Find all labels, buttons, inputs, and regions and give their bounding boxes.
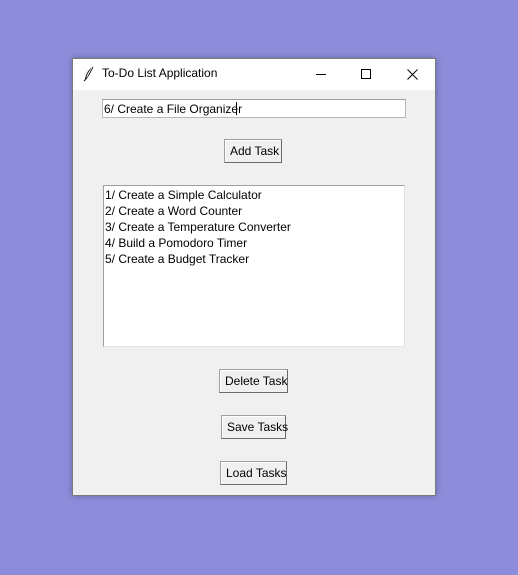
task-list-item[interactable]: 2/ Create a Word Counter — [105, 203, 404, 219]
minimize-icon — [316, 69, 326, 79]
feather-icon — [82, 66, 96, 82]
task-list-item[interactable]: 1/ Create a Simple Calculator — [105, 187, 404, 203]
task-entry-wrapper — [102, 99, 406, 118]
maximize-button[interactable] — [343, 59, 389, 89]
title-bar[interactable]: To-Do List Application — [73, 59, 435, 90]
app-window: To-Do List Application Add Task 1/ Cre — [72, 58, 436, 496]
delete-task-button[interactable]: Delete Task — [219, 369, 288, 393]
close-icon — [406, 68, 418, 80]
task-list-item[interactable]: 3/ Create a Temperature Converter — [105, 219, 404, 235]
task-list-item[interactable]: 5/ Create a Budget Tracker — [105, 251, 404, 267]
maximize-icon — [361, 69, 371, 79]
task-list-item[interactable]: 4/ Build a Pomodoro Timer — [105, 235, 404, 251]
close-button[interactable] — [389, 59, 435, 89]
text-caret — [236, 102, 237, 115]
minimize-button[interactable] — [298, 59, 344, 89]
load-tasks-button[interactable]: Load Tasks — [220, 461, 287, 485]
save-tasks-button[interactable]: Save Tasks — [221, 415, 288, 439]
window-title: To-Do List Application — [102, 66, 218, 80]
task-entry-input[interactable] — [102, 99, 406, 118]
add-task-button[interactable]: Add Task — [224, 139, 282, 163]
task-listbox[interactable]: 1/ Create a Simple Calculator 2/ Create … — [103, 185, 405, 347]
